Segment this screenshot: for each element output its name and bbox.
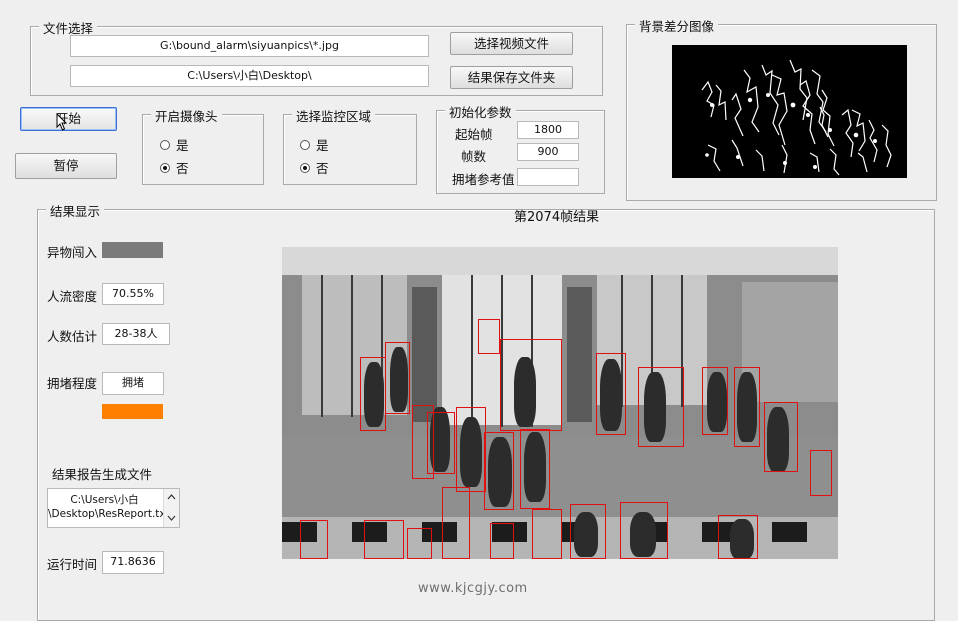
detection-box [478, 319, 500, 354]
detection-box [596, 353, 626, 435]
start-frame-label: 起始帧 [455, 127, 493, 142]
detection-box [638, 367, 684, 447]
pause-button[interactable]: 暂停 [15, 153, 117, 179]
radio-circle-icon [300, 139, 310, 150]
chevron-up-icon[interactable] [167, 494, 176, 500]
crowd-level-value: 拥堵 [102, 372, 164, 395]
detection-box [484, 432, 514, 510]
detection-box [620, 502, 668, 559]
mouse-pointer-icon [56, 113, 68, 131]
detection-box [364, 520, 404, 559]
count-value: 28-38人 [102, 323, 170, 345]
detection-box [360, 357, 386, 431]
background-difference-image [672, 45, 907, 178]
region-yes-label: 是 [316, 138, 329, 153]
detection-box [734, 367, 760, 447]
detection-box [500, 339, 562, 431]
detection-box [702, 367, 728, 435]
radio-selected-icon [300, 162, 310, 173]
detection-box [442, 487, 470, 559]
camera-yes-radio[interactable]: 是 [160, 135, 189, 154]
init-params-legend: 初始化参数 [445, 102, 516, 121]
watermark-text: www.kjcgjy.com [418, 581, 528, 596]
detection-box [407, 528, 432, 559]
detection-box [810, 450, 832, 496]
region-yes-radio[interactable]: 是 [300, 135, 329, 154]
radio-circle-icon [160, 139, 170, 150]
choose-video-button[interactable]: 选择视频文件 [450, 32, 573, 55]
density-value: 70.55% [102, 283, 164, 305]
result-frame-image [282, 247, 838, 559]
radio-selected-icon [160, 162, 170, 173]
report-path-line2: \Desktop\ResReport.txt [48, 508, 170, 520]
detection-box [427, 412, 455, 474]
video-path-field[interactable]: G:\bound_alarm\siyuanpics\*.jpg [70, 35, 429, 57]
camera-legend: 开启摄像头 [151, 106, 222, 125]
detection-box [718, 515, 758, 559]
intrusion-label: 异物闯入 [47, 245, 98, 260]
detection-box [300, 520, 328, 559]
intrusion-indicator [102, 242, 163, 258]
count-label: 人数估计 [47, 329, 98, 344]
save-path-field[interactable]: C:\Users\小白\Desktop\ [70, 65, 429, 87]
crowd-level-indicator [102, 404, 163, 419]
start-frame-input[interactable]: 1800 [517, 121, 579, 139]
runtime-value: 71.8636 [102, 551, 164, 574]
congestion-ref-input[interactable] [517, 168, 579, 186]
crowd-level-label: 拥堵程度 [47, 376, 98, 391]
results-legend: 结果显示 [46, 201, 105, 220]
bg-diff-legend: 背景差分图像 [635, 16, 719, 35]
report-scrollbar[interactable] [163, 489, 179, 527]
detection-box [385, 342, 410, 414]
report-path-line1: C:\Users\小白 [70, 494, 139, 506]
frame-count-label: 帧数 [461, 149, 487, 164]
region-legend: 选择监控区域 [292, 106, 376, 125]
camera-no-label: 否 [176, 161, 189, 176]
runtime-label: 运行时间 [47, 557, 98, 572]
detection-box [520, 429, 550, 509]
report-label: 结果报告生成文件 [52, 467, 153, 482]
camera-no-radio[interactable]: 否 [160, 158, 189, 177]
start-button[interactable]: 开始 [20, 107, 117, 131]
chevron-down-icon[interactable] [167, 515, 176, 521]
region-no-label: 否 [316, 161, 329, 176]
region-no-radio[interactable]: 否 [300, 158, 329, 177]
camera-yes-label: 是 [176, 138, 189, 153]
save-folder-button[interactable]: 结果保存文件夹 [450, 66, 573, 89]
frame-count-input[interactable]: 900 [517, 143, 579, 161]
detection-box [570, 504, 606, 559]
congestion-ref-label: 拥堵参考值 [452, 172, 515, 187]
detection-box [764, 402, 798, 472]
density-label: 人流密度 [47, 289, 98, 304]
frame-result-title: 第2074帧结果 [514, 210, 600, 225]
report-path-box[interactable]: C:\Users\小白 \Desktop\ResReport.txt [47, 488, 180, 528]
detection-box [532, 509, 562, 559]
detection-box [490, 523, 514, 559]
detection-box [456, 407, 486, 492]
